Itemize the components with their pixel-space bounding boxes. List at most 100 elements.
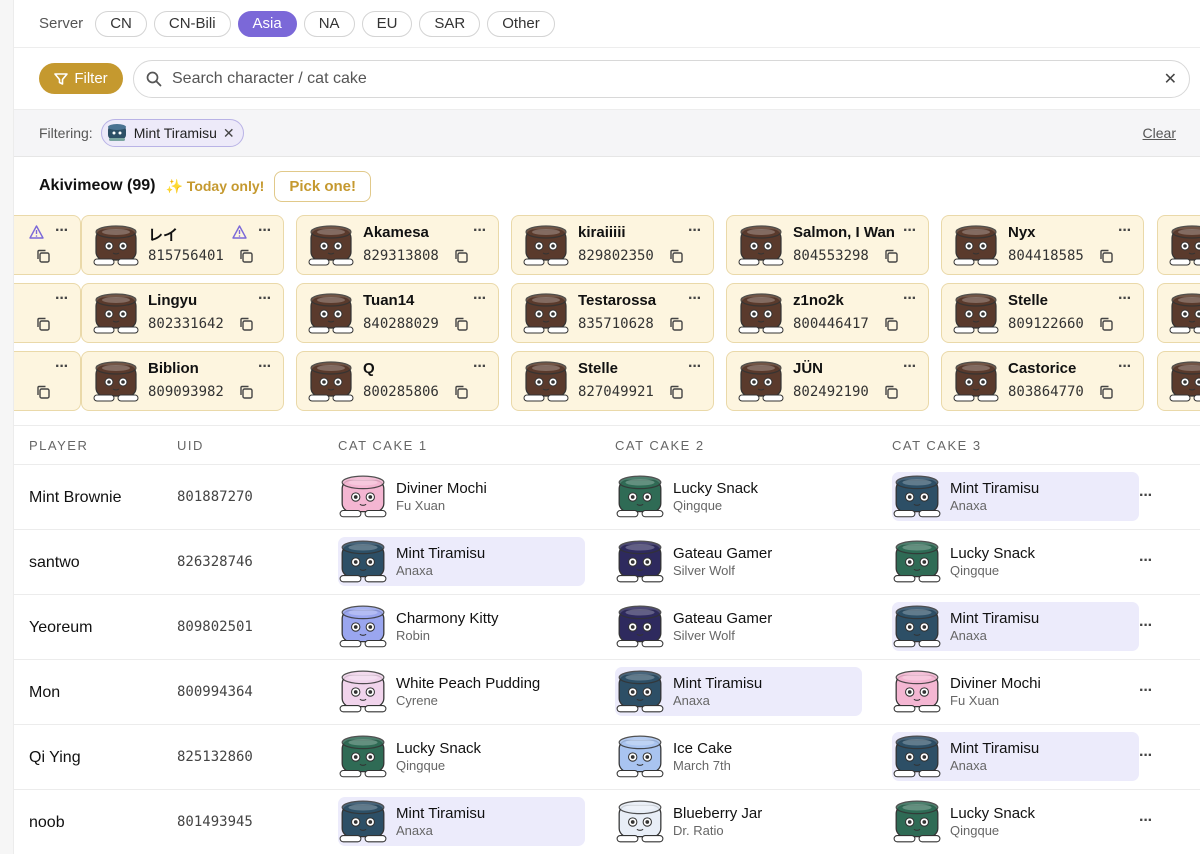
- player-card[interactable]: Q 800285806 ···: [296, 351, 499, 411]
- card-player-name: Q: [363, 360, 375, 377]
- player-card[interactable]: Akamesa 829313808 ···: [296, 215, 499, 275]
- player-card[interactable]: ···: [1157, 215, 1200, 275]
- copy-icon[interactable]: [1099, 385, 1113, 399]
- more-icon[interactable]: ···: [1118, 290, 1132, 308]
- server-chip-other[interactable]: Other: [487, 10, 555, 37]
- close-icon[interactable]: ✕: [1164, 69, 1177, 89]
- player-card[interactable]: Tuan14 840288029 ···: [296, 283, 499, 343]
- server-chip-cn-bili[interactable]: CN-Bili: [153, 10, 231, 37]
- copy-icon[interactable]: [1099, 249, 1113, 263]
- cat-cake-name: Diviner Mochi: [950, 675, 1041, 692]
- row-more-icon[interactable]: ···: [1139, 747, 1153, 765]
- player-card[interactable]: ···: [14, 351, 81, 411]
- copy-icon[interactable]: [669, 249, 683, 263]
- filtering-label: Filtering:: [39, 125, 93, 141]
- more-icon[interactable]: ···: [903, 358, 917, 376]
- cat-cake-icon: [893, 670, 941, 713]
- cat-cake-cell: Blueberry Jar Dr. Ratio: [615, 797, 862, 846]
- server-chip-na[interactable]: NA: [303, 10, 355, 37]
- player-card[interactable]: Testarossa 835710628 ···: [511, 283, 714, 343]
- player-card[interactable]: kiraiiiii 829802350 ···: [511, 215, 714, 275]
- player-card[interactable]: Castorice 803864770 ···: [941, 351, 1144, 411]
- copy-icon[interactable]: [36, 385, 50, 399]
- pick-one-button[interactable]: Pick one!: [274, 170, 372, 202]
- player-card[interactable]: Stelle 827049921 ···: [511, 351, 714, 411]
- copy-icon[interactable]: [454, 385, 468, 399]
- clear-filters-link[interactable]: Clear: [1143, 125, 1176, 141]
- cat-cake-name: Blueberry Jar: [673, 805, 763, 822]
- more-icon[interactable]: ···: [473, 290, 487, 308]
- copy-icon[interactable]: [669, 385, 683, 399]
- player-card[interactable]: Lingyu 802331642 ···: [81, 283, 284, 343]
- copy-icon[interactable]: [454, 249, 468, 263]
- row-more-icon[interactable]: ···: [1139, 552, 1153, 570]
- cat-cake-character: Anaxa: [396, 823, 433, 838]
- copy-icon[interactable]: [884, 385, 898, 399]
- card-player-name: Salmon, I Wan: [793, 224, 895, 241]
- more-icon[interactable]: ···: [258, 290, 272, 308]
- copy-icon[interactable]: [36, 249, 50, 263]
- more-icon[interactable]: ···: [903, 222, 917, 240]
- server-chip-cn[interactable]: CN: [95, 10, 147, 37]
- card-uid: 803864770: [1008, 384, 1084, 400]
- server-chip-eu[interactable]: EU: [361, 10, 413, 37]
- more-icon[interactable]: ···: [688, 222, 702, 240]
- more-icon[interactable]: ···: [1118, 358, 1132, 376]
- search-placeholder: Search character / cat cake: [172, 69, 367, 87]
- more-icon[interactable]: ···: [473, 358, 487, 376]
- player-card[interactable]: Salmon, I Wan 804553298 ···: [726, 215, 929, 275]
- copy-icon[interactable]: [239, 249, 253, 263]
- server-chip-sar[interactable]: SAR: [419, 10, 481, 37]
- server-chip-asia[interactable]: Asia: [237, 10, 297, 37]
- player-card[interactable]: z1no2k 800446417 ···: [726, 283, 929, 343]
- more-icon[interactable]: ···: [688, 290, 702, 308]
- player-card[interactable]: ···: [14, 283, 81, 343]
- copy-icon[interactable]: [884, 317, 898, 331]
- cat-cake-cell: Mint Tiramisu Anaxa: [892, 472, 1139, 521]
- copy-icon[interactable]: [1099, 317, 1113, 331]
- copy-icon[interactable]: [454, 317, 468, 331]
- table-row: Mint Brownie 801887270 Diviner Mochi Fu Xua…: [14, 465, 1200, 530]
- card-uid: 829313808: [363, 248, 439, 264]
- cat-cake-name: Gateau Gamer: [673, 610, 773, 627]
- row-more-icon[interactable]: ···: [1139, 487, 1153, 505]
- copy-icon[interactable]: [36, 317, 50, 331]
- cat-cake-character: Anaxa: [950, 628, 987, 643]
- cat-cake-avatar-icon: [308, 225, 354, 266]
- player-card[interactable]: ···: [1157, 283, 1200, 343]
- cat-cake-character: Qingque: [950, 823, 1000, 838]
- player-card[interactable]: レイ 815756401 ···: [81, 215, 284, 275]
- more-icon[interactable]: ···: [473, 222, 487, 240]
- mint-tiramisu-cake-icon: [107, 124, 126, 141]
- more-icon[interactable]: ···: [258, 222, 272, 240]
- filter-button[interactable]: Filter: [39, 63, 123, 94]
- more-icon[interactable]: ···: [258, 358, 272, 376]
- search-input[interactable]: Search character / cat cake ✕: [133, 59, 1190, 98]
- cat-cake-avatar-icon: [308, 293, 354, 334]
- player-card[interactable]: Nyx 804418585 ···: [941, 215, 1144, 275]
- player-card[interactable]: Stelle 809122660 ···: [941, 283, 1144, 343]
- player-card[interactable]: Biblion 809093982 ···: [81, 351, 284, 411]
- more-icon[interactable]: ···: [55, 358, 69, 376]
- row-more-icon[interactable]: ···: [1139, 812, 1153, 830]
- copy-icon[interactable]: [669, 317, 683, 331]
- card-player-name: z1no2k: [793, 292, 844, 309]
- copy-icon[interactable]: [239, 317, 253, 331]
- player-card[interactable]: ···: [1157, 351, 1200, 411]
- row-more-icon[interactable]: ···: [1139, 682, 1153, 700]
- cat-cake-icon: [616, 605, 664, 648]
- copy-icon[interactable]: [239, 385, 253, 399]
- cat-cake-icon: [339, 540, 387, 583]
- more-icon[interactable]: ···: [55, 290, 69, 308]
- remove-filter-icon[interactable]: ✕: [223, 125, 235, 142]
- more-icon[interactable]: ···: [903, 290, 917, 308]
- copy-icon[interactable]: [884, 249, 898, 263]
- cat-cake-name: Lucky Snack: [673, 480, 759, 497]
- player-card[interactable]: ···: [14, 215, 81, 275]
- more-icon[interactable]: ···: [1118, 222, 1132, 240]
- cat-cake-cell: Lucky Snack Qingque: [615, 472, 862, 521]
- player-card[interactable]: JÜN 802492190 ···: [726, 351, 929, 411]
- more-icon[interactable]: ···: [55, 222, 69, 240]
- row-more-icon[interactable]: ···: [1139, 617, 1153, 635]
- more-icon[interactable]: ···: [688, 358, 702, 376]
